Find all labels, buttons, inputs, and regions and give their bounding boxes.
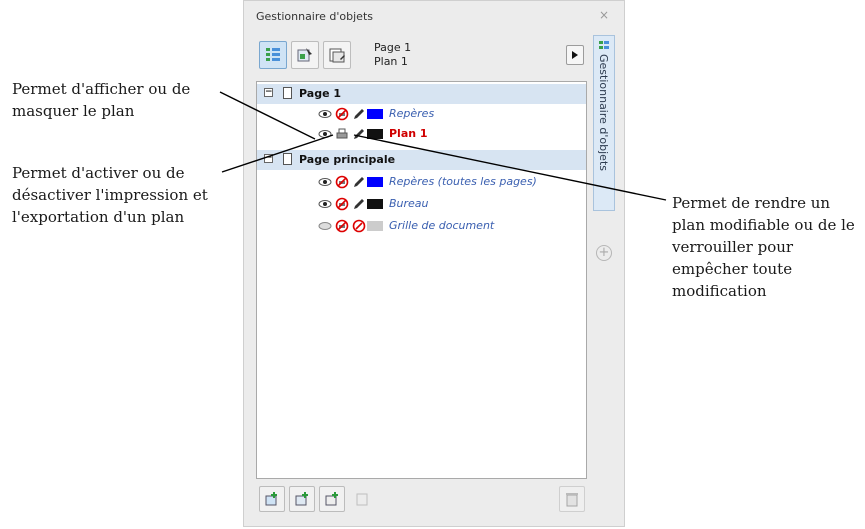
tree-master-page[interactable]: − Page principale — [257, 150, 586, 170]
layer-manager-view-icon — [266, 48, 280, 61]
collapse-icon[interactable]: − — [264, 154, 273, 163]
layer-disabled-icon — [356, 493, 368, 506]
tab-icon — [599, 41, 609, 49]
eye-icon[interactable] — [318, 197, 332, 211]
printer-icon[interactable] — [335, 127, 349, 141]
printing-callout: Permet d'activer ou de désactiver l'impr… — [12, 164, 208, 226]
new-layer-button[interactable] — [259, 486, 285, 512]
current-page-layer-label: Page 1 Plan 1 — [374, 41, 411, 69]
new-master-layer-icon — [325, 492, 338, 506]
object-manager-docker: Gestionnaire d'objets × Page 1 Plan 1 Ge… — [243, 0, 625, 527]
delete-layer-button[interactable] — [559, 486, 585, 512]
tree-page-1[interactable]: − Page 1 — [257, 84, 586, 104]
edit-across-layers-icon — [329, 48, 345, 63]
current-layer-name: Plan 1 — [374, 55, 408, 68]
layer-color-swatch[interactable] — [367, 199, 383, 209]
new-master-layer-all-pages-button[interactable] — [289, 486, 315, 512]
layer-row[interactable]: Bureau — [257, 194, 586, 214]
print-disabled-icon[interactable] — [335, 175, 349, 189]
layer-row[interactable]: Grille de document — [257, 216, 586, 236]
current-page-name: Page 1 — [374, 41, 412, 54]
pencil-icon[interactable] — [352, 127, 366, 141]
layer-color-swatch[interactable] — [367, 177, 383, 187]
new-layer-icon — [265, 492, 277, 506]
play-arrow-icon — [572, 51, 578, 59]
layer-label: Repères — [389, 107, 435, 120]
layer-label: Grille de document — [389, 219, 495, 232]
pencil-icon[interactable] — [352, 197, 366, 211]
show-object-properties-icon — [297, 48, 312, 62]
eye-closed-icon[interactable] — [318, 219, 332, 233]
layer-label: Bureau — [389, 197, 429, 210]
lock-callout: Permet de rendre un plan modifiable ou d… — [672, 194, 855, 300]
object-tree: − Page 1 Repères Plan 1 − Page principal… — [256, 81, 587, 479]
new-layer-disabled-button[interactable] — [349, 486, 375, 512]
eye-icon[interactable] — [318, 175, 332, 189]
docker-title: Gestionnaire d'objets — [256, 10, 373, 23]
new-master-layer-all-pages-icon — [295, 492, 308, 506]
layer-color-swatch[interactable] — [367, 221, 383, 231]
edit-across-layers-button[interactable] — [323, 41, 351, 69]
pencil-icon[interactable] — [352, 175, 366, 189]
layer-row-current[interactable]: Plan 1 — [257, 124, 586, 144]
collapse-icon[interactable]: − — [264, 88, 273, 97]
pencil-icon[interactable] — [352, 107, 366, 121]
page-icon — [283, 153, 292, 165]
print-disabled-icon[interactable] — [335, 197, 349, 211]
print-disabled-icon[interactable] — [335, 219, 349, 233]
eye-icon[interactable] — [318, 107, 332, 121]
new-master-layer-button[interactable] — [319, 486, 345, 512]
layer-manager-view-button[interactable] — [259, 41, 287, 69]
vertical-tab-label: Gestionnaire d'objets — [597, 54, 610, 171]
print-disabled-icon[interactable] — [335, 107, 349, 121]
page-icon — [283, 87, 292, 99]
visibility-callout: Permet d'afficher ou de masquer le plan — [12, 80, 191, 120]
layer-row[interactable]: Repères (toutes les pages) — [257, 172, 586, 192]
lock-icon[interactable] — [352, 219, 366, 233]
close-icon[interactable]: × — [599, 8, 609, 22]
eye-icon[interactable] — [318, 127, 332, 141]
page-label: Page principale — [299, 153, 396, 166]
show-object-properties-button[interactable] — [291, 41, 319, 69]
layer-color-swatch[interactable] — [367, 129, 383, 139]
add-docker-icon[interactable]: + — [596, 245, 612, 261]
trash-icon — [566, 493, 578, 507]
docker-menu-button[interactable] — [566, 45, 584, 65]
object-manager-tab[interactable]: Gestionnaire d'objets — [593, 35, 615, 211]
layer-label-current: Plan 1 — [389, 127, 428, 140]
layer-row[interactable]: Repères — [257, 104, 586, 124]
layer-color-swatch[interactable] — [367, 109, 383, 119]
page-label: Page 1 — [299, 87, 342, 100]
layer-label: Repères (toutes les pages) — [389, 175, 537, 188]
